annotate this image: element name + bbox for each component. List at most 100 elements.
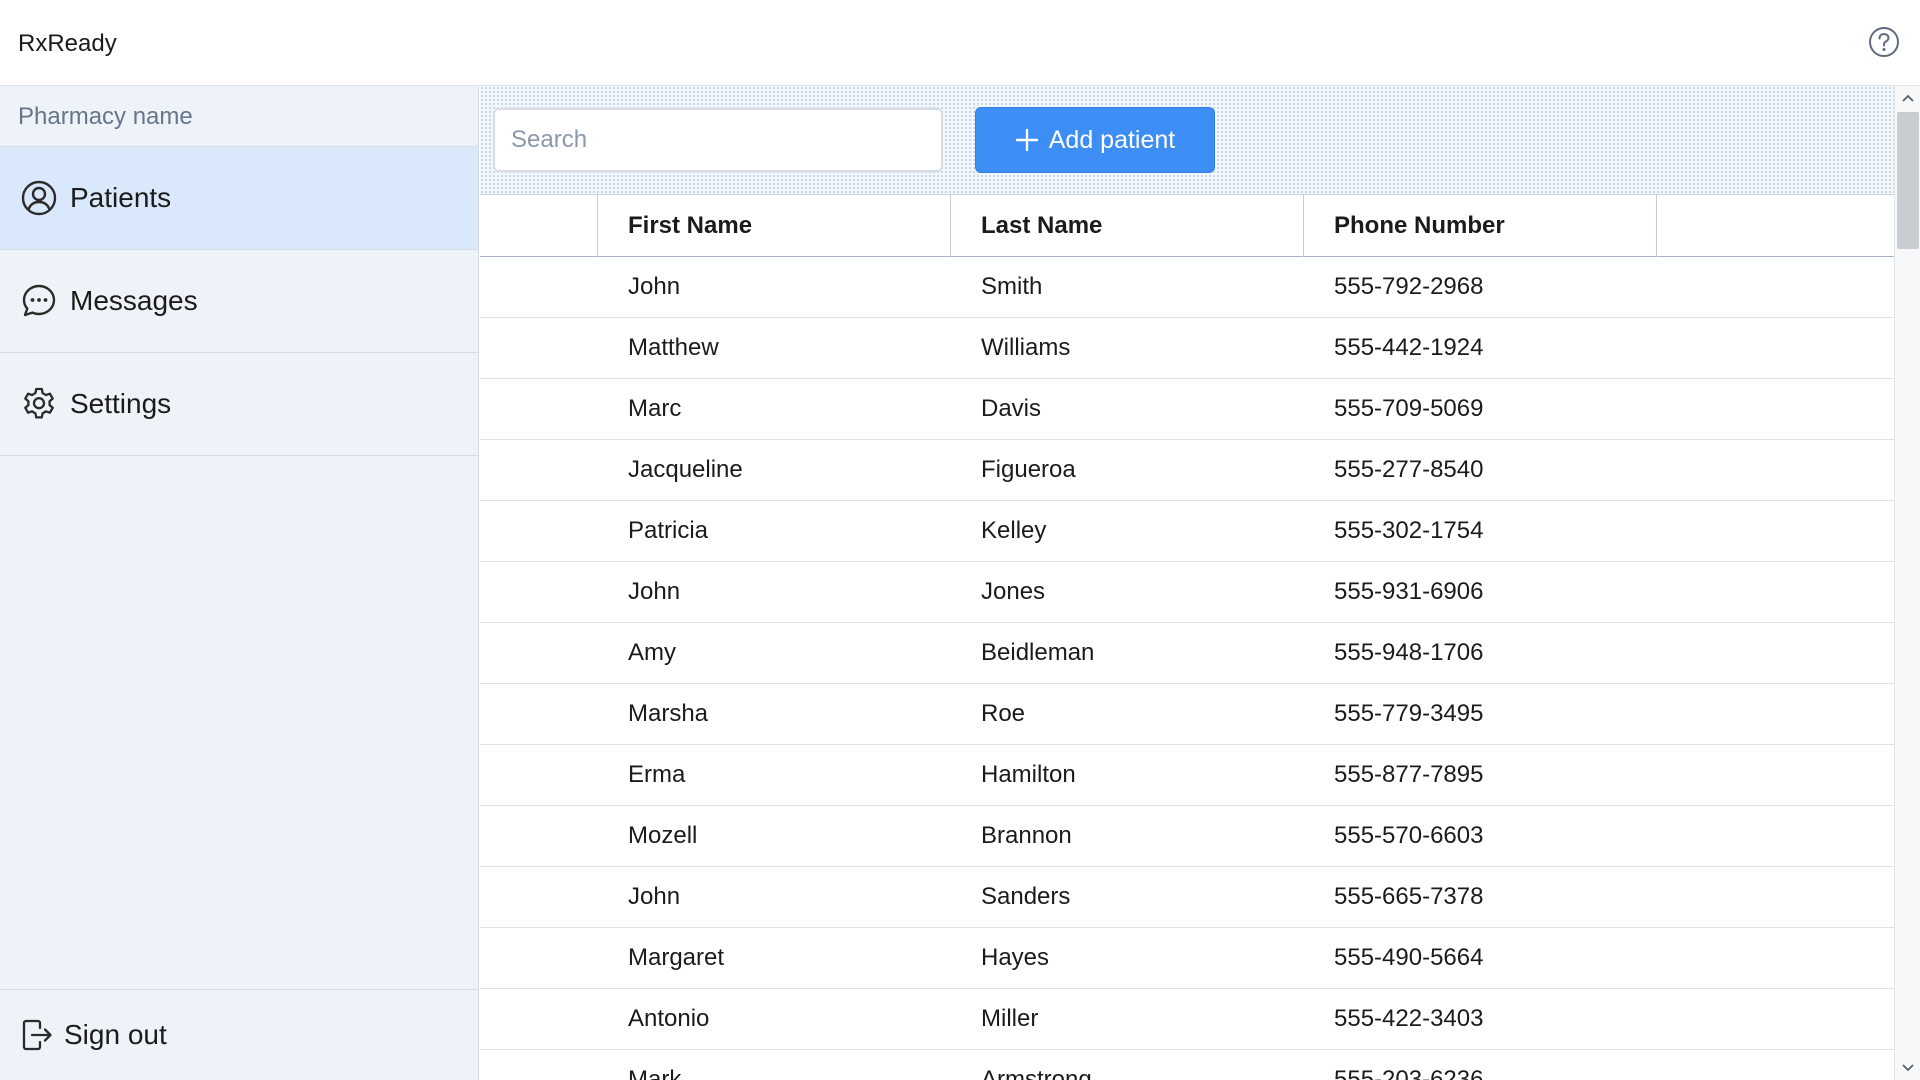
table-row[interactable]: Erma Hamilton 555-877-7895: [480, 745, 1894, 806]
table-row[interactable]: Marc Davis 555-709-5069: [480, 379, 1894, 440]
phone-number-cell: 555-422-3403: [1334, 1005, 1484, 1032]
sidebar-item-messages[interactable]: Messages: [0, 250, 478, 353]
gear-icon: [20, 385, 58, 423]
first-name-cell: Marsha: [628, 700, 709, 727]
row-spacer-cell: [480, 745, 598, 805]
last-name-cell: Armstrong: [981, 1066, 1092, 1080]
phone-number-cell: 555-203-6236: [1334, 1066, 1484, 1080]
table-row[interactable]: Antonio Miller 555-422-3403: [480, 989, 1894, 1050]
sidebar: Pharmacy name Patients Messages Settings…: [0, 86, 479, 1080]
main-content: Add patient First Name Last Name Phone N…: [480, 86, 1920, 1080]
first-name-cell: Matthew: [628, 334, 719, 361]
row-spacer-cell: [480, 440, 598, 500]
table-row[interactable]: Mark Armstrong 555-203-6236: [480, 1050, 1894, 1080]
phone-number-cell: 555-779-3495: [1334, 700, 1484, 727]
table-row[interactable]: Margaret Hayes 555-490-5664: [480, 928, 1894, 989]
scrollbar-thumb[interactable]: [1897, 112, 1919, 249]
first-name-cell: Amy: [628, 639, 676, 666]
table-row[interactable]: Marsha Roe 555-779-3495: [480, 684, 1894, 745]
row-spacer-cell: [480, 684, 598, 744]
chat-bubble-icon: [20, 282, 58, 320]
column-header-select[interactable]: [480, 195, 598, 257]
first-name-cell: Mark: [628, 1066, 682, 1080]
phone-number-cell: 555-570-6603: [1334, 822, 1484, 849]
last-name-cell: Miller: [981, 1005, 1039, 1032]
first-name-cell: John: [628, 883, 681, 910]
first-name-cell: Antonio: [628, 1005, 710, 1032]
first-name-cell: John: [628, 578, 681, 605]
sidebar-item-label: Messages: [70, 285, 198, 316]
table-row[interactable]: Jacqueline Figueroa 555-277-8540: [480, 440, 1894, 501]
row-spacer-cell: [480, 867, 598, 927]
first-name-cell: Erma: [628, 761, 686, 788]
sidebar-item-settings[interactable]: Settings: [0, 353, 478, 456]
person-circle-icon: [20, 179, 58, 217]
add-patient-label: Add patient: [1048, 125, 1176, 154]
table-row[interactable]: Amy Beidleman 555-948-1706: [480, 623, 1894, 684]
row-spacer-cell: [480, 928, 598, 988]
column-header-phone-number[interactable]: Phone Number: [1304, 195, 1657, 257]
help-circle-icon[interactable]: [1868, 26, 1900, 58]
sign-out-label: Sign out: [64, 1019, 167, 1050]
last-name-cell: Hayes: [981, 944, 1050, 971]
last-name-cell: Brannon: [981, 822, 1072, 849]
sign-out-button[interactable]: Sign out: [0, 989, 478, 1080]
row-spacer-cell: [480, 257, 598, 317]
table-row[interactable]: John Jones 555-931-6906: [480, 562, 1894, 623]
last-name-cell: Sanders: [981, 883, 1071, 910]
search-input[interactable]: [493, 108, 943, 172]
table-row[interactable]: John Sanders 555-665-7378: [480, 867, 1894, 928]
last-name-cell: Smith: [981, 273, 1043, 300]
toolbar: Add patient: [480, 86, 1894, 195]
vertical-scrollbar[interactable]: [1894, 86, 1920, 1080]
phone-number-cell: 555-948-1706: [1334, 639, 1484, 666]
row-spacer-cell: [480, 379, 598, 439]
table-row[interactable]: John Smith 555-792-2968: [480, 257, 1894, 318]
phone-number-cell: 555-709-5069: [1334, 395, 1484, 422]
first-name-cell: John: [628, 273, 681, 300]
row-spacer-cell: [480, 623, 598, 683]
scroll-down-arrow-icon[interactable]: [1895, 1056, 1920, 1080]
last-name-cell: Roe: [981, 700, 1026, 727]
sidebar-item-patients[interactable]: Patients: [0, 147, 478, 250]
last-name-cell: Davis: [981, 395, 1042, 422]
plus-icon: [1015, 128, 1039, 152]
table-row[interactable]: Mozell Brannon 555-570-6603: [480, 806, 1894, 867]
add-patient-button[interactable]: Add patient: [975, 107, 1215, 173]
table-row[interactable]: Patricia Kelley 555-302-1754: [480, 501, 1894, 562]
scroll-up-arrow-icon[interactable]: [1895, 86, 1920, 110]
last-name-cell: Jones: [981, 578, 1046, 605]
row-spacer-cell: [480, 501, 598, 561]
sign-out-icon: [20, 1016, 54, 1054]
row-spacer-cell: [480, 318, 598, 378]
sidebar-item-label: Patients: [70, 182, 172, 213]
patients-table: First Name Last Name Phone Number John S…: [480, 195, 1894, 1080]
phone-number-cell: 555-442-1924: [1334, 334, 1484, 361]
row-spacer-cell: [480, 1050, 598, 1080]
column-header-extra: [1657, 195, 1894, 257]
title-bar: RxReady: [0, 0, 1920, 86]
row-spacer-cell: [480, 989, 598, 1049]
first-name-cell: Jacqueline: [628, 456, 743, 483]
first-name-cell: Patricia: [628, 517, 709, 544]
last-name-cell: Kelley: [981, 517, 1047, 544]
phone-number-cell: 555-302-1754: [1334, 517, 1484, 544]
app-title: RxReady: [18, 30, 117, 57]
last-name-cell: Beidleman: [981, 639, 1095, 666]
first-name-cell: Margaret: [628, 944, 725, 971]
last-name-cell: Figueroa: [981, 456, 1076, 483]
table-row[interactable]: Matthew Williams 555-442-1924: [480, 318, 1894, 379]
phone-number-cell: 555-490-5664: [1334, 944, 1484, 971]
column-header-last-name[interactable]: Last Name: [951, 195, 1304, 257]
first-name-cell: Marc: [628, 395, 682, 422]
last-name-cell: Williams: [981, 334, 1071, 361]
last-name-cell: Hamilton: [981, 761, 1076, 788]
first-name-cell: Mozell: [628, 822, 698, 849]
row-spacer-cell: [480, 806, 598, 866]
phone-number-cell: 555-792-2968: [1334, 273, 1484, 300]
phone-number-cell: 555-931-6906: [1334, 578, 1484, 605]
pharmacy-name: Pharmacy name: [0, 86, 478, 147]
phone-number-cell: 555-277-8540: [1334, 456, 1484, 483]
column-header-first-name[interactable]: First Name: [598, 195, 951, 257]
phone-number-cell: 555-877-7895: [1334, 761, 1484, 788]
